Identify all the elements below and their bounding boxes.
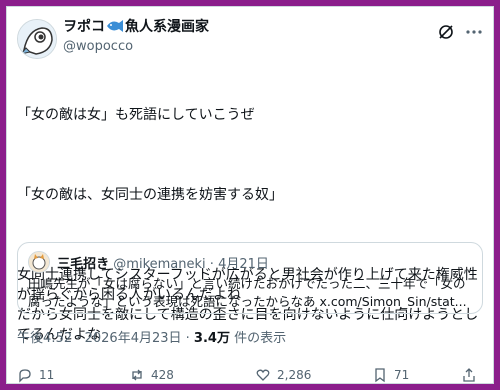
fish-icon (106, 19, 124, 38)
quoted-avatar (28, 251, 50, 273)
repost-count: 428 (151, 368, 174, 382)
tweet-meta: 午後4:52 · 2026年4月23日 · 3.4万 件の表示 (17, 327, 286, 346)
author-handle[interactable]: @wopocco (63, 38, 209, 56)
reply-icon (19, 369, 31, 383)
display-name-suffix: 魚人系漫画家 (125, 19, 209, 35)
like-button[interactable]: 2,286 (255, 365, 311, 385)
action-bar: 11 428 2,286 71 (17, 365, 483, 385)
quoted-text: 田嶋先生が「女は腐らない」と言い続けたおかげでたった二、三十年で「女の腐ったよう… (28, 276, 467, 309)
bookmark-button[interactable]: 71 (372, 365, 409, 385)
quoted-handle: @mikemaneki (113, 257, 206, 272)
meta-separator: · (76, 331, 85, 346)
quoted-date: 4月21日 (218, 257, 269, 272)
avatar[interactable] (17, 19, 57, 59)
author-names: ヲポコ 魚人系漫画家 @wopocco (63, 18, 209, 56)
reply-button[interactable]: 11 (17, 365, 54, 385)
tweet-date[interactable]: 2026年4月23日 (85, 331, 182, 346)
repost-icon (132, 369, 142, 381)
tweet-time[interactable]: 午後4:52 (17, 331, 72, 346)
share-icon (463, 368, 475, 382)
grok-icon[interactable] (437, 23, 455, 41)
quoted-separator: · (209, 257, 214, 272)
repost-button[interactable]: 428 (129, 365, 174, 385)
share-button[interactable] (461, 365, 483, 385)
bookmark-icon (375, 368, 385, 383)
tweet-header: ヲポコ 魚人系漫画家 @wopocco (17, 15, 483, 59)
quoted-tweet[interactable]: 三毛招き @mikemaneki · 4月21日 田嶋先生が「女は腐らない」と言… (17, 242, 483, 314)
more-options-icon[interactable] (465, 23, 483, 41)
display-name-prefix: ヲポコ (63, 19, 105, 35)
like-count: 2,286 (277, 368, 312, 382)
views-label: 件の表示 (234, 331, 287, 346)
tweet-paragraph: 「女の敵は女」も死語にしていこうぜ (17, 107, 255, 123)
display-name[interactable]: ヲポコ 魚人系漫画家 (63, 18, 209, 38)
bookmark-count: 71 (394, 368, 410, 382)
tweet-paragraph: 「女の敵は、女同士の連携を妨害する奴」 (17, 187, 283, 203)
quoted-tweet-header: 三毛招き @mikemaneki · 4月21日 (28, 251, 269, 273)
reply-count: 11 (39, 368, 55, 382)
quoted-display-name: 三毛招き (57, 257, 110, 272)
heart-icon (256, 369, 270, 381)
meta-separator: · (185, 331, 194, 346)
views-count: 3.4万 (193, 331, 230, 346)
tweet-card: ヲポコ 魚人系漫画家 @wopocco 「女の敵は女」も死語にしていこうぜ 「女の… (6, 6, 494, 384)
